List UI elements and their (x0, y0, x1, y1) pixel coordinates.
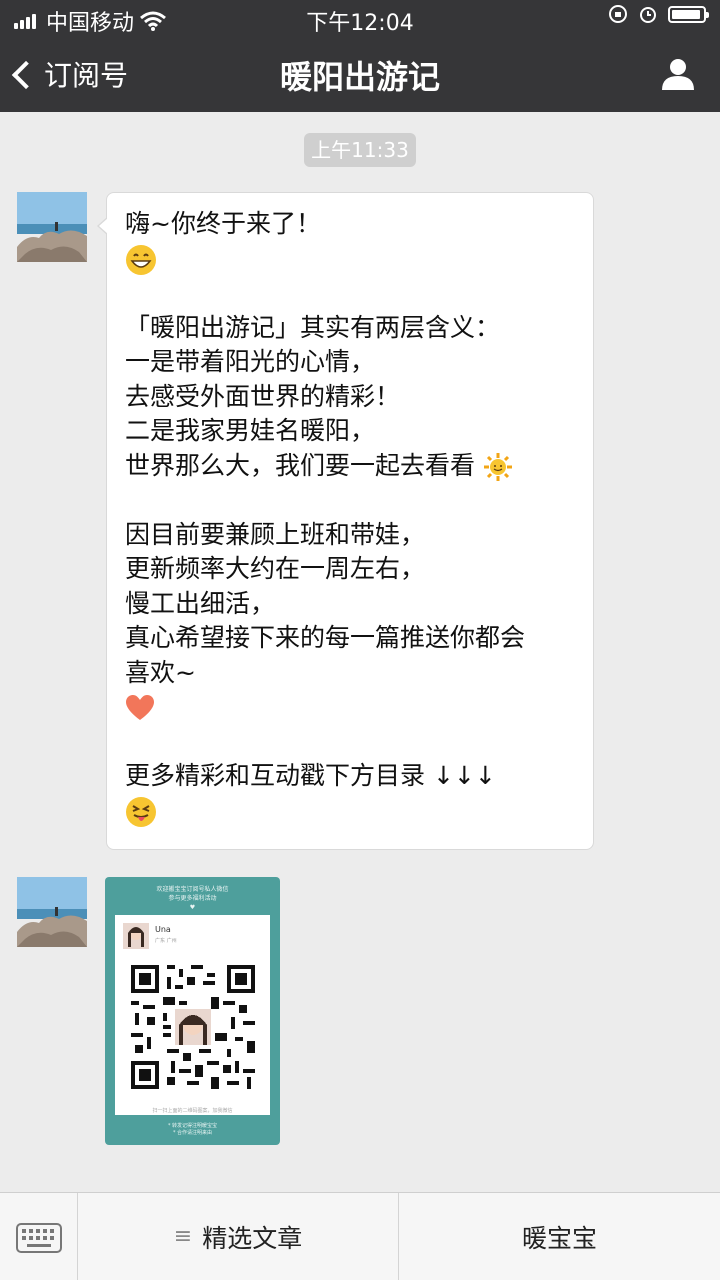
qr-profile-photo (123, 923, 149, 949)
message-line: 因目前要兼顾上班和带娃， (125, 519, 426, 549)
qr-profile-location: 广东 广州 (155, 938, 177, 944)
message-text: 世界那么大，我们要一起去看看 (125, 450, 476, 480)
message-line: 去感受外面世界的精彩！ (125, 381, 401, 411)
message-line: 世界那么大，我们要一起去看看 (125, 449, 575, 484)
qr-code-graphic (131, 965, 255, 1089)
menu-item-featured-articles[interactable]: ≡ 精选文章 (78, 1193, 399, 1280)
avatar-image (17, 192, 87, 262)
sun-emoji-icon (483, 452, 512, 481)
grin-emoji-icon (126, 244, 156, 275)
rotation-lock-icon (609, 5, 627, 23)
message-line (125, 794, 575, 829)
tongue-emoji-icon (126, 796, 156, 827)
battery-icon (668, 5, 709, 23)
message-line (125, 242, 575, 277)
message-bubble[interactable]: 嗨~你终于来了！ 「暖阳出游记」其实有两层含义： 一是带着阳光的心情， 去感受外… (97, 192, 594, 850)
nav-bar: 订阅号 暖阳出游记 (0, 36, 720, 112)
qr-profile-name: Una (155, 925, 171, 934)
message-line (125, 483, 575, 518)
qr-card-header-line: 欢迎搬宝宝订阅号私人微信 (156, 886, 229, 893)
message-line: 更多精彩和互动戳下方目录 ↓↓↓ (125, 761, 496, 790)
alarm-icon (640, 7, 656, 23)
message-line: 真心希望接下来的每一篇推送你都会 (125, 623, 526, 652)
qr-card-body: Una 广东 广州 扫一扫上面的二维码图案，加我微信 (115, 915, 270, 1115)
menu-item-label: 暖宝宝 (521, 1223, 597, 1253)
qr-card-bottom: * 转发记得注明暖宝宝 * 合作请注明来由 (105, 1123, 280, 1137)
bottom-menu-bar: ≡ 精选文章 暖宝宝 (0, 1192, 720, 1280)
message-line: 嗨~你终于来了！ (125, 209, 321, 238)
message-line: 「暖阳出游记」其实有两层含义： (125, 312, 501, 342)
message-line: 一是带着阳光的心情， (125, 347, 376, 376)
qr-code-image-message[interactable]: 欢迎搬宝宝订阅号私人微信 参与更多福利活动 ♥ Una 广东 广州 扫一扫上面的… (105, 877, 280, 1145)
avatar-image (17, 877, 87, 947)
keyboard-toggle-button[interactable] (0, 1193, 78, 1280)
avatar[interactable] (17, 192, 87, 262)
heart-icon: ♥ (189, 904, 196, 911)
page-title: 暖阳出游记 (279, 58, 440, 96)
message-line: 喜欢~ (125, 657, 196, 687)
menu-item-label: 精选文章 (202, 1223, 303, 1253)
user-icon[interactable] (660, 56, 696, 92)
status-bar: 中国移动 下午12:04 (0, 0, 720, 36)
status-right (608, 4, 709, 24)
heart-emoji-icon (126, 695, 154, 720)
message-line (125, 276, 575, 311)
keyboard-icon (16, 1223, 62, 1253)
message-line: 二是我家男娃名暖阳， (125, 416, 376, 445)
message-line: 更新频率大约在一周左右， (125, 554, 426, 583)
message-line (125, 690, 575, 725)
qr-card-bottom-line: * 转发记得注明暖宝宝 (167, 1123, 218, 1129)
qr-card-bottom-line: * 合作请注明来由 (172, 1130, 213, 1136)
message-line (125, 725, 575, 760)
qr-card-header: 欢迎搬宝宝订阅号私人微信 参与更多福利活动 ♥ (105, 877, 280, 912)
chat-timestamp: 上午11:33 (304, 133, 416, 167)
menu-item-nuanbaobao[interactable]: 暖宝宝 (399, 1193, 720, 1280)
menu-list-icon: ≡ (173, 1224, 193, 1249)
message-line: 慢工出细活， (125, 588, 276, 618)
avatar[interactable] (17, 877, 87, 947)
qr-card-header-line: 参与更多福利活动 (168, 895, 217, 902)
qr-card-footnote: 扫一扫上面的二维码图案，加我微信 (152, 1108, 233, 1114)
